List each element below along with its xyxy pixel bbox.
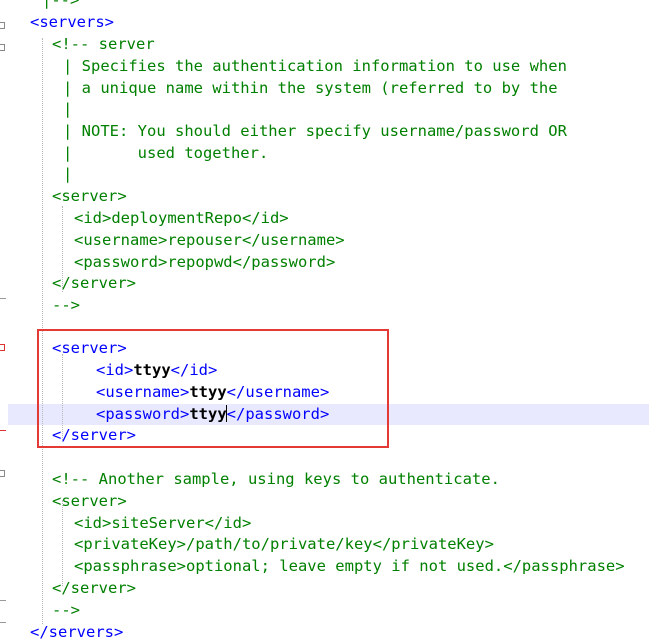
line-code: <passphrase>optional; leave empty if not… bbox=[74, 556, 625, 577]
xml-comment: | used together. bbox=[63, 144, 269, 162]
code-line[interactable]: | bbox=[0, 164, 649, 185]
xml-value: ttyy bbox=[133, 361, 171, 379]
line-code: <id>deploymentRepo</id> bbox=[74, 208, 289, 229]
code-line[interactable]: | NOTE: You should either specify userna… bbox=[0, 121, 649, 142]
code-line[interactable]: </server> bbox=[0, 578, 649, 599]
line-code: <server> bbox=[52, 186, 127, 207]
code-line[interactable]: <!-- Another sample, using keys to authe… bbox=[0, 469, 649, 490]
code-editor[interactable]: |--> <servers> <!-- server | Specifies the … bbox=[0, 0, 649, 644]
line-code: <username>repouser</username> bbox=[74, 230, 345, 251]
xml-comment: <passphrase>optional; leave empty if not… bbox=[74, 557, 625, 575]
line-code: <id>siteServer</id> bbox=[74, 513, 251, 534]
code-line[interactable]: <privateKey>/path/to/private/key</privat… bbox=[0, 534, 649, 555]
xml-comment: | Specifies the authentication informati… bbox=[63, 57, 567, 75]
xml-tag: <id> bbox=[96, 361, 134, 379]
line-code: | a unique name within the system (refer… bbox=[63, 78, 558, 99]
code-line[interactable]: <id>ttyy</id> bbox=[0, 360, 649, 381]
code-line[interactable] bbox=[0, 446, 649, 467]
indent-guide bbox=[42, 38, 43, 624]
xml-value: ttyy bbox=[189, 405, 227, 423]
xml-comment: | bbox=[63, 165, 73, 183]
line-code: |--> bbox=[42, 0, 79, 11]
xml-tag: </username> bbox=[226, 383, 330, 401]
code-line[interactable] bbox=[0, 316, 649, 337]
line-code: </server> bbox=[52, 578, 136, 599]
xml-comment: <!-- server bbox=[52, 35, 155, 53]
line-code: <privateKey>/path/to/private/key</privat… bbox=[74, 534, 494, 555]
line-code: <server> bbox=[52, 491, 127, 512]
xml-value: ttyy bbox=[189, 383, 227, 401]
xml-tag: </server> bbox=[52, 426, 136, 444]
code-line[interactable]: <server> bbox=[0, 338, 649, 359]
xml-comment: <password>repopwd</password> bbox=[74, 253, 336, 271]
code-line[interactable]: <servers> bbox=[0, 12, 649, 33]
line-code: <servers> bbox=[30, 12, 114, 33]
xml-comment: | NOTE: You should either specify userna… bbox=[63, 122, 567, 140]
code-line[interactable]: | bbox=[0, 99, 649, 120]
xml-comment: |--> bbox=[42, 0, 80, 9]
xml-comment: <server> bbox=[52, 187, 127, 205]
code-line[interactable]: </server> bbox=[0, 273, 649, 294]
code-line[interactable]: <!-- server bbox=[0, 34, 649, 55]
code-line[interactable]: <id>siteServer</id> bbox=[0, 513, 649, 534]
xml-comment: <username>repouser</username> bbox=[74, 231, 345, 249]
code-line[interactable]: <id>deploymentRepo</id> bbox=[0, 208, 649, 229]
code-line[interactable]: --> bbox=[0, 600, 649, 621]
xml-tag: <servers> bbox=[30, 13, 114, 31]
line-code: | used together. bbox=[63, 143, 268, 164]
xml-comment: <id>siteServer</id> bbox=[74, 514, 252, 532]
line-code: | Specifies the authentication informati… bbox=[63, 56, 567, 77]
xml-tag: <username> bbox=[96, 383, 190, 401]
xml-comment: --> bbox=[52, 296, 80, 314]
indent-guide bbox=[62, 206, 63, 292]
line-code: </servers> bbox=[30, 622, 123, 643]
code-line[interactable]: <username>repouser</username> bbox=[0, 230, 649, 251]
line-code: </server> bbox=[52, 425, 136, 446]
xml-comment: </server> bbox=[52, 579, 136, 597]
code-line[interactable]: <server> bbox=[0, 186, 649, 207]
code-line[interactable]: </server> bbox=[0, 425, 649, 446]
xml-comment: <server> bbox=[52, 492, 127, 510]
code-line[interactable]: <passphrase>optional; leave empty if not… bbox=[0, 556, 649, 577]
code-line[interactable]: --> bbox=[0, 295, 649, 316]
line-code: --> bbox=[52, 295, 80, 316]
line-code: <id>ttyy</id> bbox=[96, 360, 217, 381]
xml-comment: | a unique name within the system (refer… bbox=[63, 79, 558, 97]
current-line[interactable]: <password>ttyy</password> bbox=[8, 404, 649, 425]
line-code: | NOTE: You should either specify userna… bbox=[63, 121, 567, 142]
xml-comment: --> bbox=[52, 601, 80, 619]
xml-comment: | bbox=[63, 100, 73, 118]
line-code: </server> bbox=[52, 273, 136, 294]
code-line[interactable]: <username>ttyy</username> bbox=[0, 382, 649, 403]
xml-comment: </server> bbox=[52, 274, 136, 292]
line-code: --> bbox=[52, 600, 80, 621]
code-line[interactable]: | Specifies the authentication informati… bbox=[0, 56, 649, 77]
line-code: <username>ttyy</username> bbox=[96, 382, 329, 403]
code-line[interactable]: <server> bbox=[0, 491, 649, 512]
xml-comment: <id>deploymentRepo</id> bbox=[74, 209, 289, 227]
code-line[interactable]: |--> bbox=[0, 0, 649, 11]
xml-tag: </password> bbox=[226, 405, 330, 423]
line-code: | bbox=[63, 99, 72, 120]
xml-tag: </id> bbox=[170, 361, 218, 379]
line-code: <!-- server bbox=[52, 34, 155, 55]
code-line[interactable]: | used together. bbox=[0, 143, 649, 164]
code-line[interactable]: </servers> bbox=[0, 622, 649, 643]
xml-tag: </servers> bbox=[30, 623, 124, 641]
xml-comment: <privateKey>/path/to/private/key</privat… bbox=[74, 535, 494, 553]
indent-guide bbox=[62, 500, 63, 586]
code-line[interactable]: <password>repopwd</password> bbox=[0, 252, 649, 273]
code-line[interactable]: | a unique name within the system (refer… bbox=[0, 78, 649, 99]
xml-comment: <!-- Another sample, using keys to authe… bbox=[52, 470, 500, 488]
line-code: <server> bbox=[52, 338, 127, 359]
xml-tag: <password> bbox=[96, 405, 190, 423]
line-code: | bbox=[63, 164, 72, 185]
line-code: <!-- Another sample, using keys to authe… bbox=[52, 469, 500, 490]
indent-guide bbox=[62, 354, 63, 440]
xml-tag: <server> bbox=[52, 339, 127, 357]
line-code: <password>repopwd</password> bbox=[74, 252, 335, 273]
line-code: <password>ttyy</password> bbox=[96, 404, 329, 425]
